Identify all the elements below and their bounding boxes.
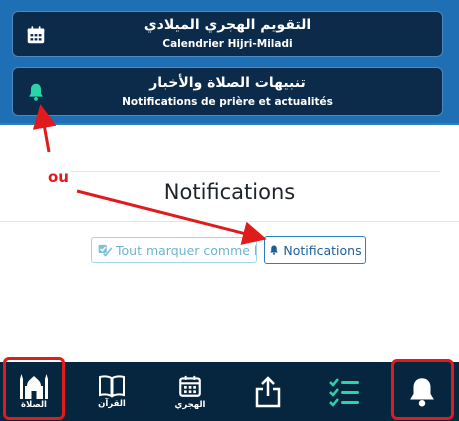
annotation-ou-label: ou [48,168,69,186]
arrow-to-notifications-button [76,189,267,245]
arrow-to-bell-card [32,104,57,153]
annotation-arrows [32,104,267,245]
